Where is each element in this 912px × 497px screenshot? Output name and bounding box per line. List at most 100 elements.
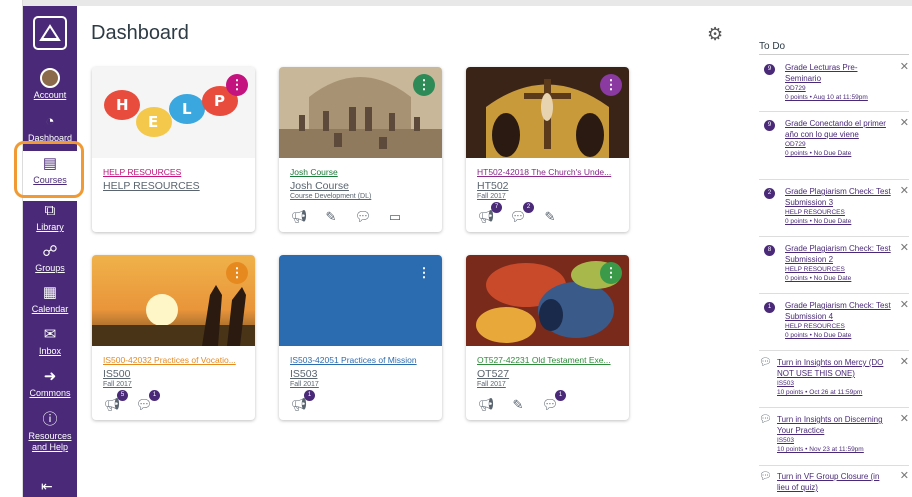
course-card-code: HELP RESOURCES: [103, 180, 200, 192]
dismiss-icon[interactable]: ✕: [900, 471, 909, 482]
divider: [759, 236, 909, 237]
nav-resources[interactable]: ⓘ Resources and Help: [23, 411, 77, 453]
course-card-actions: 📢︎ ✎ 💬︎ 1: [477, 390, 566, 413]
dashboard-icon: ◔: [45, 113, 55, 130]
todo-item-title[interactable]: Grade Conectando el primer año con lo qu…: [785, 119, 886, 139]
todo-item-meta: 0 points • No Due Date: [785, 275, 852, 282]
dismiss-icon[interactable]: ✕: [900, 243, 909, 254]
dismiss-icon[interactable]: ✕: [900, 414, 909, 425]
library-icon: ⧉: [44, 202, 56, 219]
course-card-term: Course Development (DL): [290, 193, 372, 200]
announcements-icon[interactable]: 📢︎ 7: [477, 202, 502, 225]
course-card-actions: 📢︎ 5 💬︎ 1: [103, 390, 160, 413]
collapse-nav-icon[interactable]: ⇤: [41, 478, 53, 495]
assignments-icon[interactable]: ✎: [509, 397, 527, 413]
dismiss-icon[interactable]: ✕: [900, 118, 909, 129]
card-options-icon[interactable]: ⋮: [226, 74, 248, 96]
todo-item-content[interactable]: Grade Plagiarism Check: Test Submission …: [785, 243, 893, 283]
divider: [759, 293, 909, 294]
discussions-icon[interactable]: 💬︎: [354, 209, 372, 225]
divider: [759, 54, 909, 55]
dismiss-icon[interactable]: ✕: [900, 62, 909, 73]
global-navigation: Account ◔ Dashboard ▤ Courses ⧉ Library …: [23, 6, 77, 497]
card-options-icon[interactable]: ⋮: [600, 262, 622, 284]
todo-item-course: HELP RESOURCES: [785, 209, 845, 216]
todo-item-meta: 0 points • No Due Date: [785, 150, 852, 157]
course-card-title[interactable]: Josh Course: [290, 167, 435, 177]
help-icon: ⓘ: [42, 411, 58, 428]
announcements-icon[interactable]: 📢︎: [290, 209, 308, 225]
card-options-icon[interactable]: ⋮: [413, 262, 435, 284]
todo-item-title[interactable]: Turn in Insights on Discerning Your Prac…: [777, 415, 883, 435]
card-options-icon[interactable]: ⋮: [226, 262, 248, 284]
course-card-term: Fall 2017: [103, 381, 132, 388]
nav-account[interactable]: Account: [23, 68, 77, 101]
divider: [759, 350, 909, 351]
todo-item-content[interactable]: Grade Lecturas Pre-Seminario OD729 0 poi…: [785, 62, 893, 102]
nav-commons[interactable]: ➜ Commons: [23, 368, 77, 399]
announcements-icon[interactable]: 📢︎ 5: [103, 390, 128, 413]
files-icon[interactable]: ▭: [386, 209, 404, 225]
nav-inbox[interactable]: ✉ Inbox: [23, 326, 77, 357]
todo-count-badge: 1: [764, 302, 775, 313]
todo-count-badge: 8: [764, 245, 775, 256]
todo-item-content[interactable]: Grade Plagiarism Check: Test Submission …: [785, 186, 893, 226]
dismiss-icon[interactable]: ✕: [900, 357, 909, 368]
course-card[interactable]: H E L P ⋮ HELP RESOURCES HELP RESOURCES: [92, 67, 255, 232]
divider: [759, 179, 909, 180]
todo-item-title[interactable]: Turn in Insights on Mercy (DO NOT USE TH…: [777, 358, 883, 378]
discussions-icon[interactable]: 💬︎ 2: [509, 202, 534, 225]
assignments-icon[interactable]: ✎: [541, 209, 559, 225]
calendar-icon: ▦: [42, 284, 58, 301]
todo-item-title[interactable]: Grade Plagiarism Check: Test Submission …: [785, 187, 891, 207]
nav-resources-label-1: Resources: [28, 431, 72, 441]
course-card-code: HT502: [477, 180, 509, 192]
gear-icon[interactable]: ⚙: [707, 24, 723, 45]
course-card-title[interactable]: HT502-42018 The Church's Unde...: [477, 167, 622, 177]
todo-item-content[interactable]: Grade Plagiarism Check: Test Submission …: [785, 300, 893, 340]
course-card-title[interactable]: IS500-42032 Practices of Vocatio...: [103, 355, 248, 365]
course-card[interactable]: ⋮ IS503-42051 Practices of Mission IS503…: [279, 255, 442, 420]
discussion-icon: 💬︎: [759, 471, 772, 482]
card-options-icon[interactable]: ⋮: [413, 74, 435, 96]
discussions-icon[interactable]: 💬︎ 1: [135, 390, 160, 413]
unread-badge: 1: [555, 390, 566, 401]
assignments-icon[interactable]: ✎: [322, 209, 340, 225]
card-options-icon[interactable]: ⋮: [600, 74, 622, 96]
dismiss-icon[interactable]: ✕: [900, 186, 909, 197]
nav-groups[interactable]: ☍ Groups: [23, 243, 77, 274]
course-card[interactable]: ⋮ HT502-42018 The Church's Unde... HT502…: [466, 67, 629, 232]
page-title: Dashboard: [91, 22, 189, 44]
discussion-icon: 💬︎: [759, 357, 772, 368]
dismiss-icon[interactable]: ✕: [900, 300, 909, 311]
discussions-icon[interactable]: 💬︎ 1: [541, 390, 566, 413]
course-card[interactable]: ⋮ Josh Course Josh Course Course Develop…: [279, 67, 442, 232]
todo-item-course: IS503: [777, 380, 794, 387]
todo-item-content[interactable]: Turn in VF Group Closure (in lieu of qui…: [777, 471, 893, 493]
svg-text:H: H: [116, 96, 129, 114]
todo-item-title[interactable]: Grade Lecturas Pre-Seminario: [785, 63, 857, 83]
course-card[interactable]: ⋮ IS500-42032 Practices of Vocatio... IS…: [92, 255, 255, 420]
course-card[interactable]: ⋮ OT527-42231 Old Testament Exe... OT527…: [466, 255, 629, 420]
canvas-logo-icon[interactable]: [33, 16, 67, 50]
todo-item-content[interactable]: Grade Conectando el primer año con lo qu…: [785, 118, 893, 158]
unread-badge: 1: [304, 390, 315, 401]
nav-calendar[interactable]: ▦ Calendar: [23, 284, 77, 315]
course-card-title[interactable]: OT527-42231 Old Testament Exe...: [477, 355, 622, 365]
announcements-icon[interactable]: 📢︎: [477, 397, 495, 413]
todo-count-badge: 2: [764, 188, 775, 199]
todo-item-title[interactable]: Grade Plagiarism Check: Test Submission …: [785, 301, 891, 321]
todo-item-content[interactable]: Turn in Insights on Discerning Your Prac…: [777, 414, 893, 454]
announcements-icon[interactable]: 📢︎ 1: [290, 390, 315, 413]
course-card-title[interactable]: HELP RESOURCES: [103, 167, 248, 177]
todo-item-title[interactable]: Grade Plagiarism Check: Test Submission …: [785, 244, 891, 264]
course-card-code: OT527: [477, 368, 510, 380]
nav-dashboard[interactable]: ◔ Dashboard: [23, 113, 77, 144]
nav-account-label: Account: [33, 90, 67, 100]
nav-library[interactable]: ⧉ Library: [23, 202, 77, 233]
course-card-title[interactable]: IS503-42051 Practices of Mission: [290, 355, 435, 365]
todo-item-content[interactable]: Turn in Insights on Mercy (DO NOT USE TH…: [777, 357, 893, 397]
todo-item-title[interactable]: Turn in VF Group Closure (in lieu of qui…: [777, 472, 879, 492]
course-card-code: Josh Course: [290, 180, 349, 192]
window-top-edge: [0, 0, 912, 6]
